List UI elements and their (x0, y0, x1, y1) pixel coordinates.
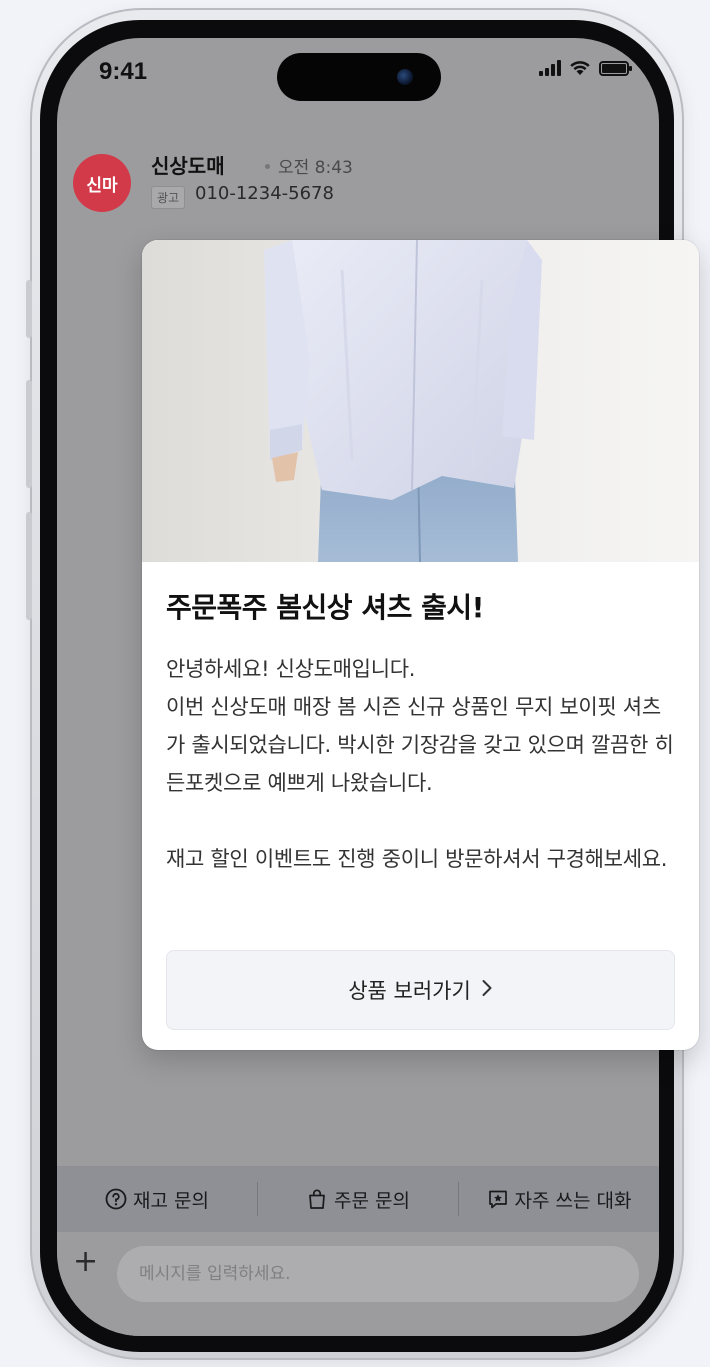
stock-inquiry-label: 재고 문의 (133, 1189, 209, 1212)
message-time: 오전 8:43 (265, 153, 353, 178)
order-inquiry-label: 주문 문의 (334, 1189, 410, 1212)
frequent-messages-label: 자주 쓰는 대화 (514, 1189, 632, 1212)
status-icons (539, 60, 632, 76)
status-time: 9:41 (99, 58, 148, 85)
chat-header: 신마 신상도매 오전 8:43 광고 010-1234-5678 (73, 150, 633, 220)
signal-icon (539, 60, 561, 76)
timestamp-text: 오전 8:43 (278, 158, 353, 178)
wifi-icon (570, 61, 590, 75)
status-bar: 9:41 (57, 38, 659, 108)
chevron-right-icon (481, 978, 493, 1002)
message-input[interactable] (117, 1246, 639, 1302)
volume-down-button (26, 512, 32, 620)
camera-icon (397, 69, 413, 85)
question-circle-icon (105, 1188, 127, 1210)
card-body: 주문폭주 봄신상 셔츠 출시! 안녕하세요! 신상도매입니다. 이번 신상도매 … (142, 562, 699, 878)
sender-phone: 010-1234-5678 (195, 183, 334, 204)
plus-icon[interactable]: + (73, 1244, 98, 1279)
view-product-label: 상품 보러가기 (348, 979, 471, 1003)
quick-action-bar: 재고 문의 주문 문의 자주 쓰는 대화 (57, 1166, 659, 1232)
card-title: 주문폭주 봄신상 셔츠 출시! (166, 591, 484, 624)
view-product-button[interactable]: 상품 보러가기 (166, 950, 675, 1030)
stock-inquiry-button[interactable]: 재고 문의 (57, 1186, 257, 1213)
shopping-bag-icon (306, 1188, 328, 1210)
action-button (26, 280, 32, 338)
battery-icon (599, 60, 632, 76)
product-image (142, 240, 699, 562)
avatar[interactable]: 신마 (73, 154, 131, 212)
ad-badge: 광고 (151, 186, 186, 209)
order-inquiry-button[interactable]: 주문 문의 (258, 1186, 458, 1213)
dynamic-island (277, 53, 441, 101)
star-message-icon (487, 1188, 509, 1210)
sender-name: 신상도매 (151, 154, 225, 178)
card-text: 안녕하세요! 신상도매입니다. 이번 신상도매 매장 봄 시즌 신규 상품인 무… (166, 657, 674, 871)
frequent-messages-button[interactable]: 자주 쓰는 대화 (459, 1186, 659, 1213)
input-bar: + (57, 1232, 659, 1336)
shirt-photo (142, 240, 699, 562)
message-card: 주문폭주 봄신상 셔츠 출시! 안녕하세요! 신상도매입니다. 이번 신상도매 … (142, 240, 699, 1050)
volume-up-button (26, 380, 32, 488)
